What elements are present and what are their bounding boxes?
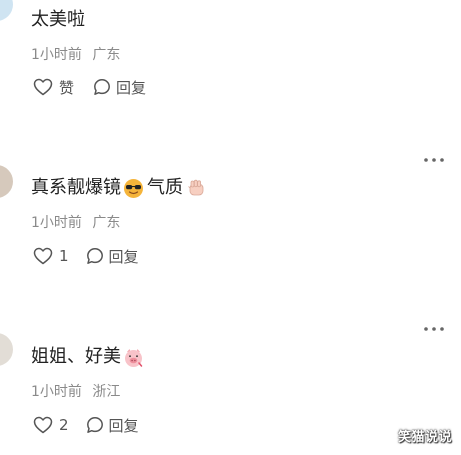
reply-label: 回复 (116, 78, 147, 97)
comment-actions: 2 回复 (33, 414, 139, 436)
like-label: 赞 (59, 78, 75, 97)
comment-text-after-emoji: 气质 (147, 177, 183, 198)
reply-label: 回复 (108, 247, 139, 266)
comment-text: 姐姐、好美 (31, 345, 144, 369)
watermark: 笑猫说说 (397, 430, 452, 445)
comment-location: 浙江 (92, 384, 121, 400)
like-count: 2 (59, 416, 69, 434)
comment-text: 真系靓爆镜 气质 (31, 176, 207, 200)
comment-location: 广东 (92, 215, 121, 231)
comment-meta: 1小时前 广东 (31, 214, 120, 232)
like-button[interactable]: 赞 (33, 77, 74, 98)
comment-text: 太美啦 (31, 9, 85, 30)
like-button[interactable]: 1 (33, 247, 69, 265)
like-button[interactable]: 2 (33, 416, 69, 434)
avatar[interactable] (0, 0, 13, 21)
sunglasses-face-emoji (123, 178, 144, 199)
comment-meta: 1小时前 广东 (31, 46, 120, 64)
reply-label: 回复 (108, 416, 139, 435)
speech-bubble-icon (86, 416, 104, 434)
more-options-icon[interactable] (423, 319, 445, 331)
reply-button[interactable]: 回复 (86, 415, 139, 436)
comment-location: 广东 (92, 47, 121, 63)
comment-time: 1小时前 (31, 215, 82, 231)
speech-bubble-icon (93, 78, 111, 96)
heart-icon (33, 78, 53, 96)
comment-actions: 1 回复 (33, 245, 139, 267)
more-options-icon[interactable] (423, 150, 445, 162)
reply-button[interactable]: 回复 (93, 77, 146, 98)
pig-face-emoji (123, 347, 144, 368)
comment-meta: 1小时前 浙江 (31, 383, 120, 401)
comment-time: 1小时前 (31, 47, 82, 63)
speech-bubble-icon (86, 247, 104, 265)
heart-icon (33, 416, 53, 434)
reply-button[interactable]: 回复 (86, 246, 139, 267)
comment-text-main: 真系靓爆镜 (31, 177, 121, 198)
avatar[interactable] (0, 333, 13, 366)
like-count: 1 (59, 247, 69, 265)
raised-fist-emoji (186, 178, 207, 199)
comment-time: 1小时前 (31, 384, 82, 400)
heart-icon (33, 247, 53, 265)
comment-actions: 赞 回复 (33, 76, 146, 98)
comment-text-main: 姐姐、好美 (31, 346, 121, 367)
avatar[interactable] (0, 165, 13, 198)
